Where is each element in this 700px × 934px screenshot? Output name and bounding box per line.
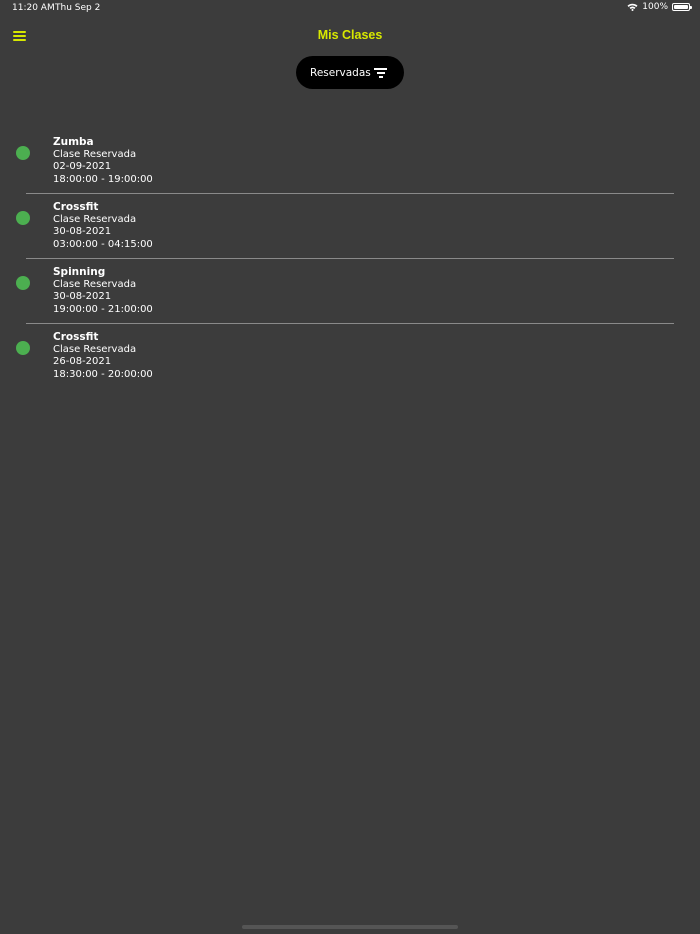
class-name: Spinning bbox=[53, 266, 106, 278]
class-time: 19:00:00 - 21:00:00 bbox=[53, 303, 153, 315]
class-name: Crossfit bbox=[53, 331, 99, 343]
class-time: 03:00:00 - 04:15:00 bbox=[53, 238, 153, 250]
filter-button[interactable]: Reservadas bbox=[296, 56, 404, 89]
class-date: 30-08-2021 bbox=[53, 291, 112, 302]
divider bbox=[26, 323, 674, 324]
status-dot-icon bbox=[16, 276, 30, 290]
class-status: Clase Reservada bbox=[53, 343, 137, 355]
class-date: 26-08-2021 bbox=[53, 356, 112, 367]
status-date: Thu Sep 2 bbox=[55, 3, 101, 13]
list-item[interactable]: Crossfit Clase Reservada 26-08-2021 18:3… bbox=[0, 325, 700, 390]
battery-percent: 100% bbox=[642, 2, 668, 12]
filter-label: Reservadas bbox=[310, 66, 371, 79]
list-item[interactable]: Spinning Clase Reservada 30-08-2021 19:0… bbox=[0, 260, 700, 325]
class-status: Clase Reservada bbox=[53, 278, 137, 290]
status-dot-icon bbox=[16, 341, 30, 355]
class-time: 18:30:00 - 20:00:00 bbox=[53, 368, 153, 380]
filter-icon bbox=[374, 67, 387, 78]
divider bbox=[26, 258, 674, 259]
home-indicator bbox=[242, 925, 458, 929]
wifi-icon bbox=[627, 3, 638, 11]
list-item[interactable]: Crossfit Clase Reservada 30-08-2021 03:0… bbox=[0, 195, 700, 260]
list-item[interactable]: Zumba Clase Reservada 02-09-2021 18:00:0… bbox=[0, 130, 700, 195]
page-title: Mis Clases bbox=[317, 28, 383, 42]
class-date: 02-09-2021 bbox=[53, 161, 112, 172]
status-time: 11:20 AM bbox=[12, 3, 55, 13]
class-date: 30-08-2021 bbox=[53, 226, 112, 237]
class-list: Zumba Clase Reservada 02-09-2021 18:00:0… bbox=[0, 130, 700, 390]
status-dot-icon bbox=[16, 146, 30, 160]
status-bar: 11:20 AM Thu Sep 2 100% bbox=[0, 0, 700, 18]
class-name: Zumba bbox=[53, 136, 94, 148]
class-status: Clase Reservada bbox=[53, 148, 137, 160]
nav-bar: Mis Clases bbox=[0, 24, 700, 48]
battery-icon bbox=[672, 3, 692, 11]
class-time: 18:00:00 - 19:00:00 bbox=[53, 173, 153, 185]
class-status: Clase Reservada bbox=[53, 213, 137, 225]
status-dot-icon bbox=[16, 211, 30, 225]
status-indicators: 100% bbox=[627, 2, 692, 12]
class-name: Crossfit bbox=[53, 201, 99, 213]
battery-fill bbox=[674, 5, 688, 9]
divider bbox=[26, 193, 674, 194]
